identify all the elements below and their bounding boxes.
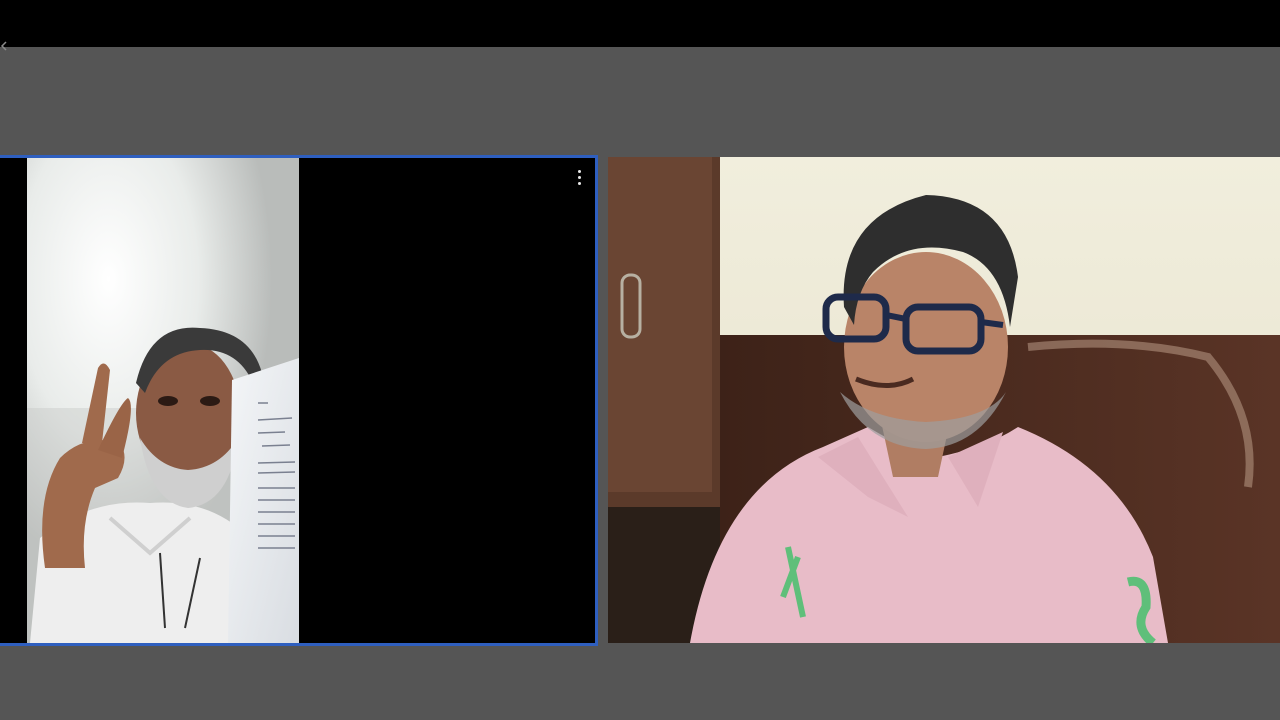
top-black-bar <box>0 0 1280 51</box>
more-options-button[interactable] <box>573 168 585 186</box>
more-vertical-icon-dot <box>577 181 581 185</box>
back-arrow-icon[interactable] <box>0 41 14 51</box>
participant-video-feed <box>0 158 595 643</box>
more-vertical-icon-dot <box>577 169 581 173</box>
more-vertical-icon-dot <box>577 175 581 179</box>
participant-video-feed <box>608 157 1280 643</box>
participant-video-tile-right[interactable] <box>608 157 1280 643</box>
participant-video-tile-left[interactable] <box>0 155 598 646</box>
